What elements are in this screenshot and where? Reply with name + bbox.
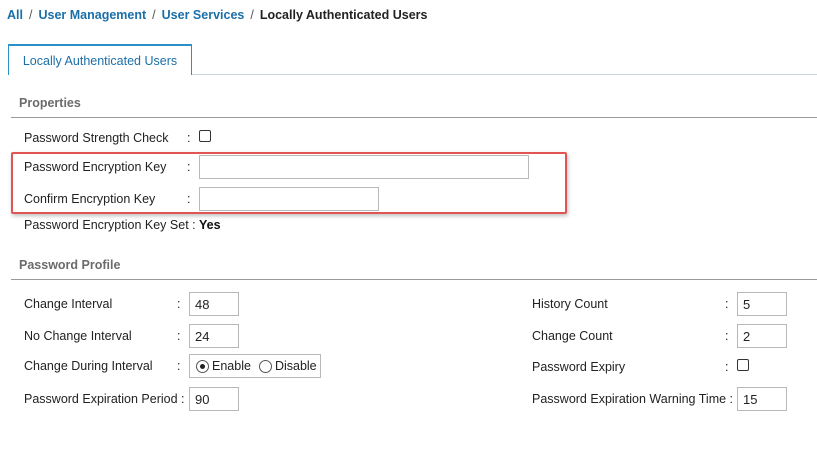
password-profile-title: Password Profile <box>19 258 121 272</box>
change-count-label: Change Count <box>532 329 613 343</box>
colon: : <box>725 297 729 311</box>
no-change-interval-input[interactable] <box>189 324 239 348</box>
enable-option[interactable]: Enable <box>196 359 251 373</box>
encryption-key-set-label: Password Encryption Key Set : <box>24 218 196 232</box>
breadcrumb-current: Locally Authenticated Users <box>259 8 428 22</box>
breadcrumb-user-management[interactable]: User Management <box>38 8 146 22</box>
change-interval-input[interactable] <box>189 292 239 316</box>
breadcrumb-user-services[interactable]: User Services <box>162 8 245 22</box>
breadcrumb-separator: / <box>250 8 254 22</box>
highlight-box <box>11 152 567 214</box>
properties-divider <box>11 117 817 118</box>
password-expiration-warning-time-input[interactable] <box>737 387 787 411</box>
breadcrumb-all[interactable]: All <box>7 8 23 22</box>
history-count-label: History Count <box>532 297 608 311</box>
breadcrumb-separator: / <box>152 8 156 22</box>
colon: : <box>177 359 181 373</box>
password-expiration-period-input[interactable] <box>189 387 239 411</box>
disable-option[interactable]: Disable <box>258 359 317 373</box>
password-profile-divider <box>11 279 817 280</box>
history-count-input[interactable] <box>737 292 787 316</box>
password-strength-check-label: Password Strength Check <box>24 131 169 145</box>
enable-radio[interactable] <box>196 359 209 373</box>
disable-label: Disable <box>274 359 317 373</box>
colon: : <box>177 297 181 311</box>
colon: : <box>725 329 729 343</box>
change-during-interval-label: Change During Interval <box>24 359 153 373</box>
password-strength-check-checkbox[interactable] <box>199 130 211 142</box>
colon: : <box>725 360 729 374</box>
change-count-input[interactable] <box>737 324 787 348</box>
colon: : <box>187 131 191 145</box>
password-expiration-period-label: Password Expiration Period : <box>24 392 185 406</box>
tab-locally-authenticated-users[interactable]: Locally Authenticated Users <box>8 44 192 75</box>
breadcrumb: All / User Management / User Services / … <box>7 8 427 22</box>
properties-title: Properties <box>19 96 81 110</box>
no-change-interval-label: No Change Interval <box>24 329 132 343</box>
change-during-interval-radio-group: Enable Disable <box>189 354 321 378</box>
breadcrumb-separator: / <box>28 8 33 22</box>
enable-label: Enable <box>212 359 251 373</box>
colon: : <box>177 329 181 343</box>
password-expiry-checkbox[interactable] <box>737 359 749 371</box>
password-expiry-label: Password Expiry <box>532 360 626 374</box>
disable-radio[interactable] <box>258 359 272 373</box>
change-interval-label: Change Interval <box>24 297 113 311</box>
encryption-key-set-value: Yes <box>199 218 221 232</box>
password-expiration-warning-time-label: Password Expiration Warning Time : <box>532 392 734 406</box>
